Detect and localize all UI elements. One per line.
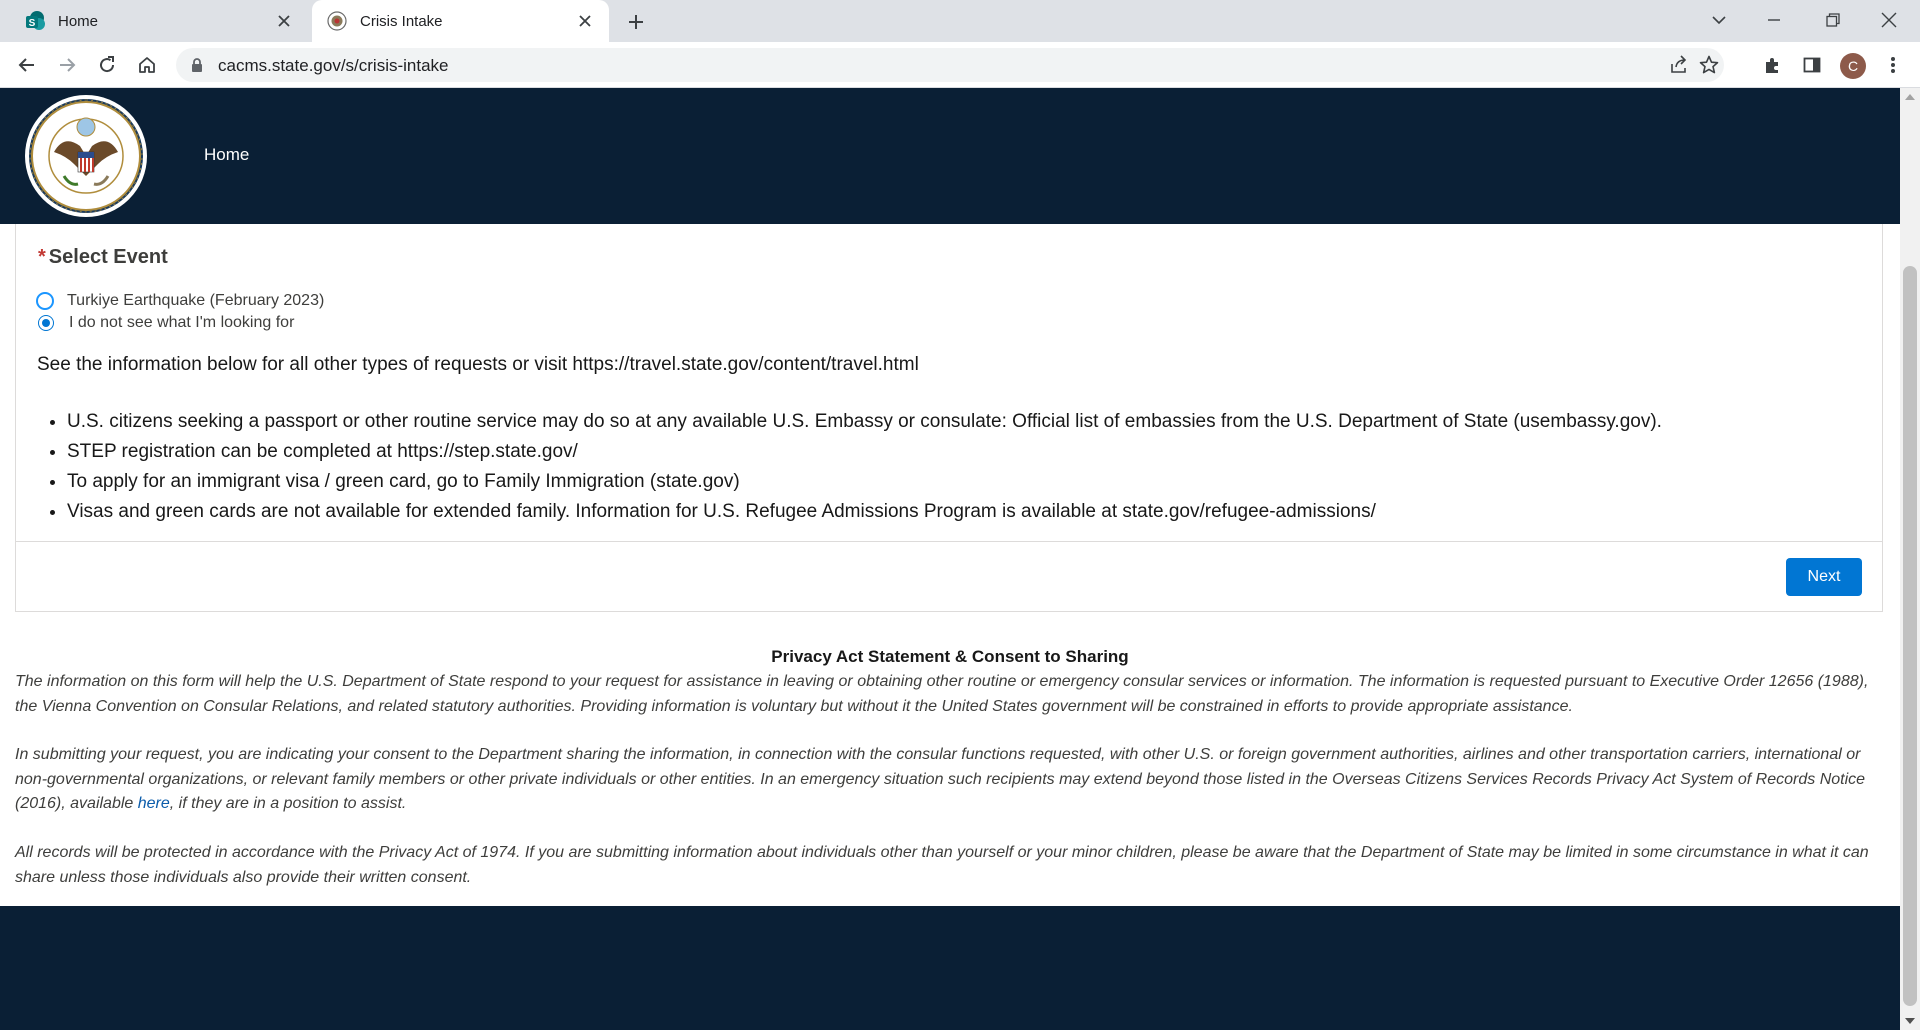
page-scrollbar[interactable] [1900, 88, 1920, 1030]
home-icon [139, 57, 155, 73]
radio-button[interactable] [36, 292, 54, 310]
reload-icon [100, 56, 115, 73]
privacy-paragraph-1: The information on this form will help t… [15, 673, 1869, 715]
minimize-icon [1768, 19, 1780, 21]
close-icon[interactable] [274, 11, 294, 31]
chevron-down-icon [1712, 16, 1726, 25]
tab-search-button[interactable] [1696, 0, 1742, 40]
radio-button-selected[interactable] [38, 315, 54, 331]
svg-text:S: S [29, 18, 36, 29]
back-button[interactable] [12, 50, 42, 80]
privacy-paragraph-2: In submitting your request, you are indi… [15, 743, 1875, 817]
browser-toolbar: cacms.state.gov/s/crisis-intake C [0, 42, 1920, 88]
restore-icon [1826, 13, 1840, 27]
list-item: STEP registration can be completed at ht… [67, 437, 1662, 467]
list-item: U.S. citizens seeking a passport or othe… [67, 407, 1662, 437]
reload-button[interactable] [92, 50, 122, 80]
home-button[interactable] [132, 50, 162, 80]
select-event-label: * Select Event [38, 246, 168, 269]
scrollbar-thumb[interactable] [1903, 266, 1917, 1006]
radio-option-label[interactable]: I do not see what I'm looking for [69, 314, 294, 332]
sharepoint-icon: S [24, 10, 46, 32]
lock-icon[interactable] [190, 57, 204, 78]
puzzle-icon [1766, 58, 1778, 73]
kebab-menu-icon [1891, 57, 1895, 73]
restore-button[interactable] [1810, 0, 1856, 40]
minimize-button[interactable] [1751, 0, 1797, 40]
side-panel-icon [1803, 57, 1821, 73]
required-marker: * [38, 246, 46, 268]
tab-title: Crisis Intake [360, 12, 443, 30]
plus-icon [629, 15, 643, 29]
browser-tab-bar: S Home Crisis Intake [0, 0, 1920, 42]
select-event-label-text: Select Event [48, 246, 168, 268]
radio-option-turkiye-earthquake[interactable]: Turkiye Earthquake (February 2023) [36, 292, 324, 310]
state-seal-icon [326, 10, 348, 32]
site-header: Home [0, 88, 1900, 224]
tab-crisis-intake[interactable]: Crisis Intake [312, 0, 609, 42]
bookmark-star-icon[interactable] [1698, 54, 1720, 81]
next-button[interactable]: Next [1786, 558, 1862, 596]
side-panel-button[interactable] [1797, 50, 1827, 80]
forward-button[interactable] [52, 50, 82, 80]
profile-avatar[interactable]: C [1840, 53, 1866, 79]
list-item: To apply for an immigrant visa / green c… [67, 467, 1662, 497]
privacy-statement-title: Privacy Act Statement & Consent to Shari… [771, 647, 1129, 666]
form-footer: Next [16, 541, 1882, 612]
arrow-right-icon [60, 58, 76, 72]
arrow-left-icon [18, 58, 34, 72]
scroll-down-arrow-icon[interactable] [1905, 1018, 1915, 1024]
department-of-state-seal-logo[interactable] [24, 94, 148, 218]
close-window-button[interactable] [1866, 0, 1912, 40]
new-tab-button[interactable] [622, 8, 650, 36]
page-viewport: Home * Select Event Turkiye Earthquake (F… [0, 88, 1900, 1030]
info-bullet-list: U.S. citizens seeking a passport or othe… [37, 407, 1662, 527]
extensions-button[interactable] [1758, 50, 1788, 80]
share-icon[interactable] [1668, 54, 1690, 81]
address-bar[interactable]: cacms.state.gov/s/crisis-intake [176, 48, 1724, 82]
privacy-paragraph-2-end: , if they are in a position to assist. [169, 795, 407, 812]
crisis-intake-form: * Select Event Turkiye Earthquake (Februa… [15, 224, 1883, 612]
radio-option-label[interactable]: Turkiye Earthquake (February 2023) [67, 292, 324, 310]
tab-title: Home [58, 12, 99, 30]
site-footer [0, 906, 1900, 1030]
browser-menu-button[interactable] [1878, 50, 1908, 80]
scroll-up-arrow-icon[interactable] [1905, 94, 1915, 100]
close-icon[interactable] [575, 11, 595, 31]
privacy-here-link[interactable]: here [138, 795, 170, 812]
nav-home-link[interactable]: Home [204, 145, 249, 165]
close-icon [1881, 12, 1897, 28]
tab-home[interactable]: S Home [10, 0, 308, 42]
url-text[interactable]: cacms.state.gov/s/crisis-intake [218, 56, 449, 76]
list-item: Visas and green cards are not available … [67, 497, 1662, 527]
info-text: See the information below for all other … [37, 354, 919, 375]
radio-option-not-listed[interactable]: I do not see what I'm looking for [36, 314, 294, 332]
privacy-paragraph-3: All records will be protected in accorda… [15, 844, 1869, 886]
